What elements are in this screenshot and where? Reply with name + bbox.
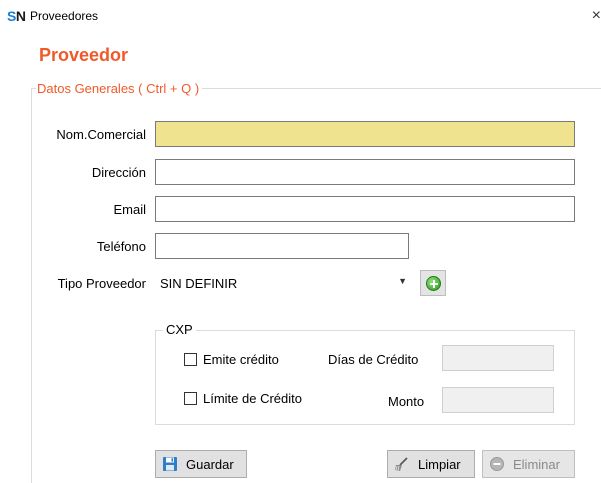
title-bar: SN Proveedores × [0, 0, 601, 32]
dias-credito-field[interactable] [442, 345, 554, 371]
tipo-proveedor-label: Tipo Proveedor [57, 276, 146, 291]
page-title: Proveedor [39, 45, 129, 65]
dias-credito-label: Días de Crédito [328, 352, 419, 367]
telefono-label: Teléfono [96, 239, 146, 254]
limite-credito-checkbox[interactable] [184, 392, 197, 405]
emite-credito-checkbox[interactable] [184, 353, 197, 366]
floppy-disk-icon [163, 457, 177, 471]
datos-generales-title: Datos Generales ( Ctrl + Q ) [36, 81, 203, 96]
nom-comercial-label: Nom.Comercial [56, 127, 146, 142]
telefono-input[interactable] [155, 233, 409, 259]
guardar-label: Guardar [186, 457, 234, 472]
limpiar-button[interactable]: Limpiar [387, 450, 475, 478]
window-title: Proveedores [30, 9, 99, 23]
limite-credito-label: Límite de Crédito [203, 391, 302, 406]
monto-label: Monto [388, 394, 425, 409]
direccion-label: Dirección [91, 165, 146, 180]
dropdown-arrow-icon[interactable]: ▼ [398, 276, 407, 286]
eliminar-label: Eliminar [513, 457, 560, 472]
plus-circle-icon [426, 276, 441, 291]
email-label: Email [113, 202, 146, 217]
emite-credito-label: Emite crédito [203, 352, 279, 367]
monto-field[interactable] [442, 387, 554, 413]
app-logo: SN [7, 8, 26, 24]
cxp-title: CXP [163, 322, 196, 337]
email-input[interactable] [155, 196, 575, 222]
direccion-input[interactable] [155, 159, 575, 185]
close-icon[interactable]: × [587, 6, 601, 26]
tipo-proveedor-select[interactable]: SIN DEFINIR ▼ [155, 270, 411, 296]
eliminar-button[interactable]: Eliminar [482, 450, 575, 478]
broom-icon [395, 457, 408, 471]
tipo-proveedor-value: SIN DEFINIR [160, 276, 238, 291]
limpiar-label: Limpiar [418, 457, 461, 472]
add-tipo-proveedor-button[interactable] [420, 270, 446, 296]
guardar-button[interactable]: Guardar [155, 450, 247, 478]
minus-circle-icon [490, 457, 504, 471]
nom-comercial-input[interactable] [155, 121, 575, 147]
